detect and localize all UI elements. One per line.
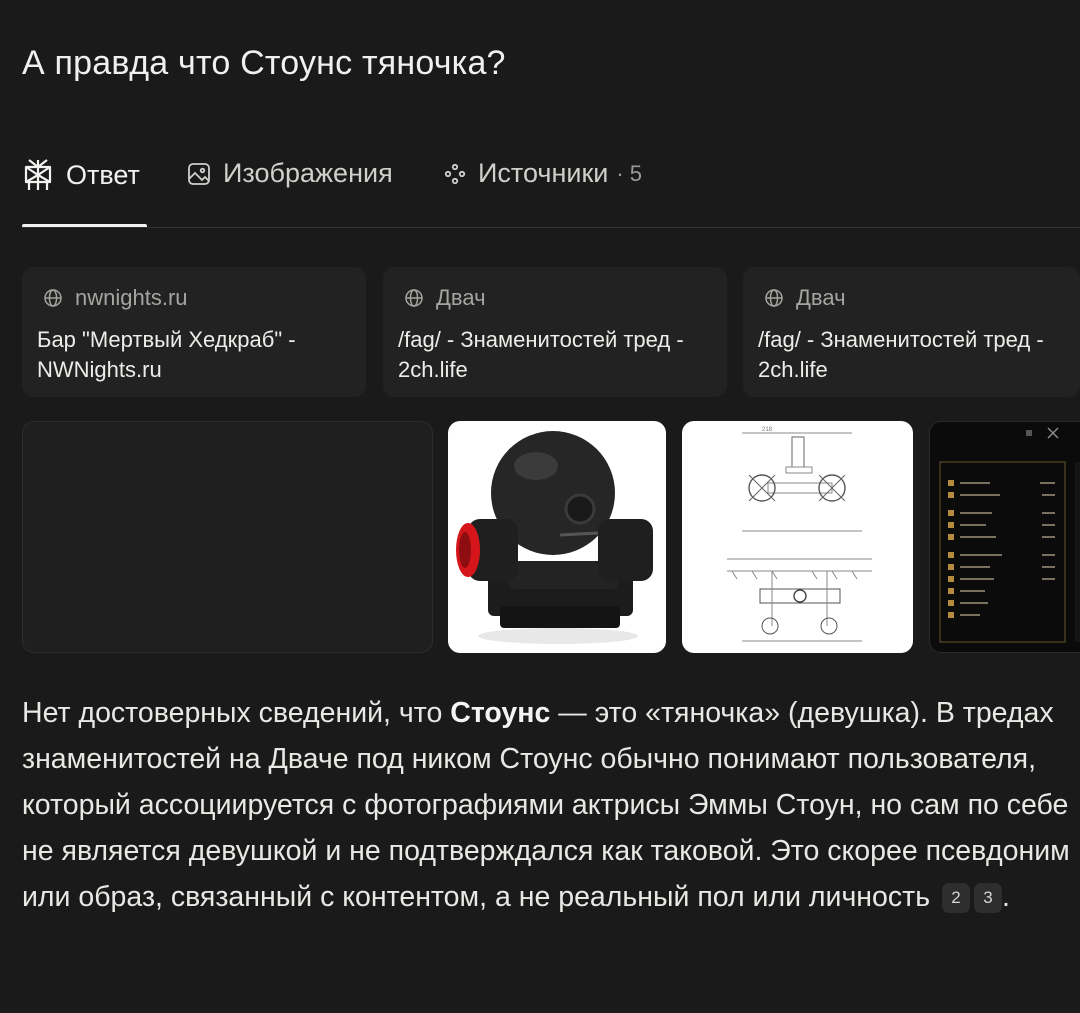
sources-icon xyxy=(444,163,466,185)
answer-bold-term: Стоунс xyxy=(450,697,551,729)
perplexity-logo-icon xyxy=(22,158,54,192)
source-card-2[interactable]: Двач /fag/ - Знаменитостей тред - 2ch.li… xyxy=(383,267,727,397)
page-title: А правда что Стоунс тяночка? xyxy=(22,44,506,82)
tab-answer[interactable]: Ответ xyxy=(22,158,140,192)
source-title: /fag/ - Знаменитостей тред - 2ch.life xyxy=(758,327,1044,382)
globe-icon xyxy=(43,288,63,308)
answer-page: А правда что Стоунс тяночка? Ответ Изобр… xyxy=(0,0,1080,1013)
drawing-dimension-label: 218 xyxy=(762,427,773,433)
source-card-3[interactable]: Двач /fag/ - Знаменитостей тред - 2ch.li… xyxy=(743,267,1080,397)
image-strip: 218 xyxy=(22,421,1080,653)
source-site: nwnights.ru xyxy=(75,285,188,310)
globe-icon xyxy=(764,288,784,308)
source-title: Бар "Мертвый Хедкраб" - NWNights.ru xyxy=(37,327,296,382)
source-site: Двач xyxy=(796,285,846,310)
tab-sources[interactable]: Источники · 5 xyxy=(444,158,642,189)
citation-badge[interactable]: 2 xyxy=(941,883,970,913)
source-title: /fag/ - Знаменитостей тред - 2ch.life xyxy=(398,327,684,382)
answer-text-part: — это «тяночка» (девушка). В тредах знам… xyxy=(22,697,1070,913)
answer-text-part: Нет достоверных сведений, что xyxy=(22,697,451,729)
result-tabs: Ответ Изображения Источники · 5 xyxy=(22,148,1080,228)
image-faucet-drawing[interactable]: 218 xyxy=(682,421,913,653)
tabs-divider xyxy=(22,227,1080,228)
sources-count: · 5 xyxy=(616,160,643,186)
answer-text: Нет достоверных сведений, что Стоунс — э… xyxy=(22,690,1072,920)
tab-answer-label: Ответ xyxy=(66,159,140,190)
image-game-screenshot[interactable] xyxy=(929,421,1080,653)
source-site: Двач xyxy=(436,285,486,310)
citation-badge[interactable]: 3 xyxy=(973,883,1002,913)
source-cards: nwnights.ru Бар "Мертвый Хедкраб" - NWNi… xyxy=(22,267,1080,397)
source-card-1[interactable]: nwnights.ru Бар "Мертвый Хедкраб" - NWNi… xyxy=(22,267,366,397)
globe-icon xyxy=(404,288,424,308)
tab-images[interactable]: Изображения xyxy=(187,158,393,189)
image-placeholder[interactable] xyxy=(22,421,433,653)
answer-end-punct: . xyxy=(1001,881,1010,913)
image-steam-trap[interactable] xyxy=(448,421,666,653)
image-icon xyxy=(187,162,211,186)
tab-images-label: Изображения xyxy=(223,158,393,188)
tab-sources-label: Источники xyxy=(478,158,609,188)
